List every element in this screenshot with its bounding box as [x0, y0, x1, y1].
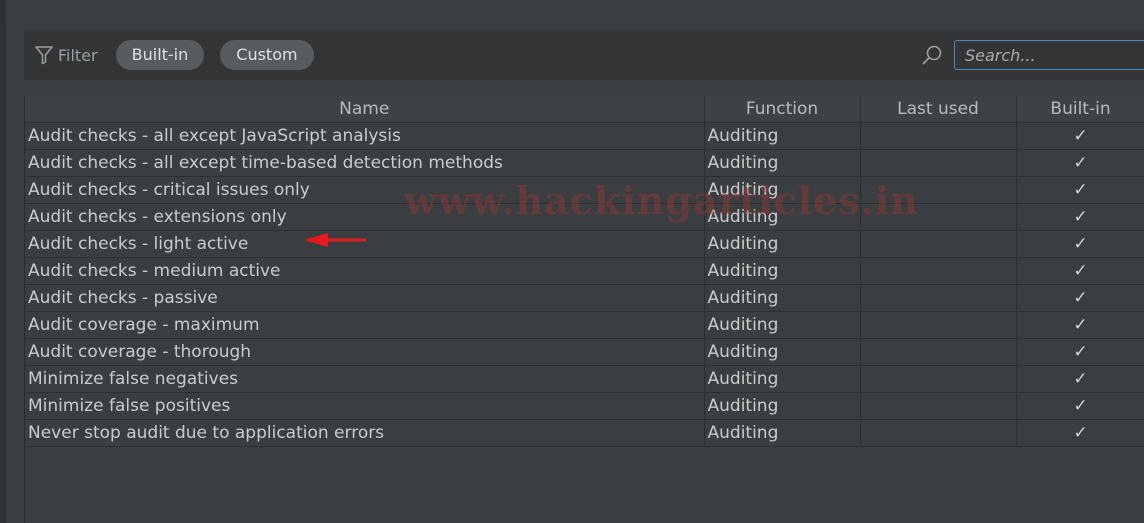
- cell-builtin-check: ✓: [1016, 392, 1144, 420]
- table-row[interactable]: Audit checks - all except JavaScript ana…: [25, 122, 1144, 150]
- search-input[interactable]: [963, 44, 1144, 66]
- magnifier-icon: [920, 43, 944, 67]
- cell-name: Minimize false positives: [25, 392, 705, 420]
- cell-name: Audit checks - extensions only: [25, 203, 705, 231]
- cell-builtin-check: ✓: [1016, 284, 1144, 312]
- table-row[interactable]: Audit coverage - thorough Auditing ✓: [25, 338, 1144, 366]
- cell-name: Audit checks - critical issues only: [25, 176, 705, 204]
- table-row[interactable]: Audit checks - all except time-based det…: [25, 149, 1144, 177]
- app-window: Filter Built-in Custom Name Fu: [0, 0, 1144, 523]
- cell-name: Audit coverage - maximum: [25, 311, 705, 339]
- cell-function: Auditing: [704, 149, 861, 177]
- configurations-table: Name Function Last used Built-in Audit c…: [24, 96, 1144, 523]
- filter-label[interactable]: Filter: [58, 46, 98, 65]
- cell-name: Minimize false negatives: [25, 365, 705, 393]
- top-strip: [6, 0, 1144, 24]
- cell-function: Auditing: [704, 122, 861, 150]
- cell-builtin-check: ✓: [1016, 419, 1144, 447]
- cell-last-used: [860, 257, 1017, 285]
- window-left-border: [0, 0, 6, 523]
- cell-builtin-check: ✓: [1016, 203, 1144, 231]
- cell-builtin-check: ✓: [1016, 311, 1144, 339]
- cell-builtin-check: ✓: [1016, 149, 1144, 177]
- cell-last-used: [860, 149, 1017, 177]
- cell-last-used: [860, 338, 1017, 366]
- cell-builtin-check: ✓: [1016, 365, 1144, 393]
- table-row[interactable]: Audit checks - medium active Auditing ✓: [25, 257, 1144, 285]
- cell-last-used: [860, 203, 1017, 231]
- cell-name: Audit coverage - thorough: [25, 338, 705, 366]
- table-row[interactable]: Never stop audit due to application erro…: [25, 419, 1144, 447]
- builtin-filter-pill[interactable]: Built-in: [115, 40, 205, 70]
- cell-last-used: [860, 284, 1017, 312]
- cell-last-used: [860, 392, 1017, 420]
- cell-function: Auditing: [704, 311, 861, 339]
- cell-function: Auditing: [704, 392, 861, 420]
- cell-function: Auditing: [704, 230, 861, 258]
- cell-builtin-check: ✓: [1016, 176, 1144, 204]
- search-field[interactable]: [954, 40, 1144, 70]
- cell-last-used: [860, 230, 1017, 258]
- table-row[interactable]: Audit checks - critical issues only Audi…: [25, 176, 1144, 204]
- cell-last-used: [860, 419, 1017, 447]
- table-row[interactable]: Audit coverage - maximum Auditing ✓: [25, 311, 1144, 339]
- cell-name: Never stop audit due to application erro…: [25, 419, 705, 447]
- column-header-name[interactable]: Name: [25, 96, 705, 123]
- cell-function: Auditing: [704, 338, 861, 366]
- cell-name: Audit checks - passive: [25, 284, 705, 312]
- custom-filter-pill[interactable]: Custom: [220, 40, 314, 70]
- table-row[interactable]: Minimize false negatives Auditing ✓: [25, 365, 1144, 393]
- cell-function: Auditing: [704, 176, 861, 204]
- table-row[interactable]: Minimize false positives Auditing ✓: [25, 392, 1144, 420]
- cell-last-used: [860, 311, 1017, 339]
- table-row[interactable]: Audit checks - light active Auditing ✓: [25, 230, 1144, 258]
- cell-name: Audit checks - all except time-based det…: [25, 149, 705, 177]
- table-row[interactable]: Audit checks - extensions only Auditing …: [25, 203, 1144, 231]
- cell-function: Auditing: [704, 257, 861, 285]
- cell-function: Auditing: [704, 419, 861, 447]
- table-row[interactable]: Audit checks - passive Auditing ✓: [25, 284, 1144, 312]
- cell-function: Auditing: [704, 284, 861, 312]
- cell-builtin-check: ✓: [1016, 338, 1144, 366]
- column-header-last-used[interactable]: Last used: [860, 96, 1017, 123]
- cell-builtin-check: ✓: [1016, 257, 1144, 285]
- cell-function: Auditing: [704, 365, 861, 393]
- column-header-builtin[interactable]: Built-in: [1016, 96, 1144, 123]
- cell-name: Audit checks - all except JavaScript ana…: [25, 122, 705, 150]
- filter-bar: Filter Built-in Custom: [24, 30, 1144, 80]
- cell-builtin-check: ✓: [1016, 122, 1144, 150]
- cell-last-used: [860, 365, 1017, 393]
- column-header-function[interactable]: Function: [704, 96, 861, 123]
- cell-last-used: [860, 122, 1017, 150]
- cell-name: Audit checks - medium active: [25, 257, 705, 285]
- cell-builtin-check: ✓: [1016, 230, 1144, 258]
- table-header-row: Name Function Last used Built-in: [25, 96, 1144, 123]
- funnel-icon[interactable]: [34, 44, 54, 66]
- cell-last-used: [860, 176, 1017, 204]
- red-arrow-icon: [304, 233, 366, 247]
- cell-function: Auditing: [704, 203, 861, 231]
